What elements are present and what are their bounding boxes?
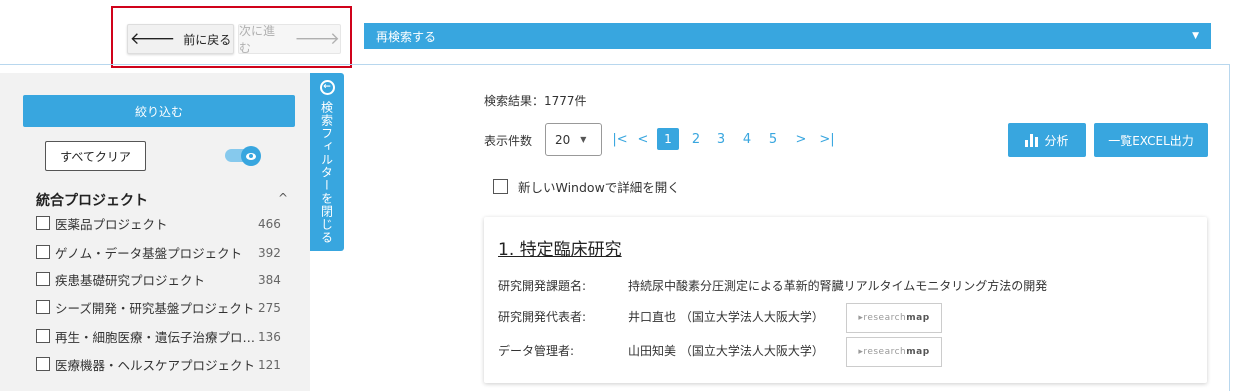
analyze-button[interactable]: 分析 (1008, 123, 1086, 157)
per-page-label: 表示件数 (484, 134, 533, 148)
new-window-label: 新しいWindowで詳細を開く (518, 180, 680, 195)
result-count: 検索結果：1777件 (484, 94, 587, 108)
researchmap-logo-text: ▸research (858, 313, 907, 323)
facet-label: ゲノム・データ基盤プロジェクト (55, 245, 243, 261)
research-label: 再検索する (376, 29, 437, 44)
caret-down-icon: ▼ (580, 135, 587, 144)
facet-item[interactable]: シーズ開発・研究基盤プロジェクト 275 (36, 296, 296, 318)
facet-item[interactable]: 疾患基礎研究プロジェクト 384 (36, 268, 296, 290)
facet-item[interactable]: 再生・細胞医療・遺伝子治療プロジェクト 136 (36, 325, 296, 347)
facet-label: 医薬品プロジェクト (55, 216, 168, 232)
checkbox[interactable] (36, 245, 50, 259)
back-button[interactable]: 🡐 前に戻る (127, 24, 234, 54)
checkbox[interactable] (36, 272, 50, 286)
facet-count: 466 (258, 217, 281, 231)
row-value: 持続尿中酸素分圧測定による革新的腎臓リアルタイムモニタリング方法の開発 (628, 279, 1048, 293)
visibility-toggle[interactable] (225, 146, 261, 166)
clear-all-button[interactable]: すべてクリア (45, 141, 146, 171)
checkbox[interactable] (36, 329, 50, 343)
research-bar[interactable]: 再検索する ▼ (364, 23, 1211, 49)
last-page-icon[interactable]: >| (818, 128, 836, 150)
page-5[interactable]: 5 (766, 128, 780, 150)
researchmap-badge[interactable]: ▸research map (846, 303, 942, 333)
facet-count: 392 (258, 246, 281, 260)
arrow-right-icon: 🡒 (294, 28, 340, 49)
eye-icon (246, 152, 256, 160)
first-page-icon[interactable]: |< (612, 128, 628, 150)
checkbox[interactable] (36, 357, 50, 371)
toggle-knob (241, 146, 261, 166)
per-page-select[interactable]: 20 ▼ (545, 123, 602, 156)
row-value: 山田知美 （国立大学法人大阪大学） (628, 344, 824, 358)
forward-label: 次に進む (239, 24, 276, 55)
facet-count: 121 (258, 358, 281, 372)
row-value: 井口直也 （国立大学法人大阪大学） (628, 310, 824, 324)
facet-label: シーズ開発・研究基盤プロジェクト (55, 300, 255, 316)
researchmap-logo-bold: map (906, 347, 930, 357)
per-page-value: 20 (555, 132, 571, 147)
facet-label: 疾患基礎研究プロジェクト (55, 272, 206, 288)
new-window-option[interactable]: 新しいWindowで詳細を開く (493, 177, 680, 196)
prev-page-icon[interactable]: < (636, 128, 650, 150)
facet-count: 384 (258, 273, 281, 287)
next-page-icon[interactable]: > (794, 128, 808, 150)
excel-export-button[interactable]: 一覧EXCEL出力 (1094, 123, 1208, 157)
page-4[interactable]: 4 (740, 128, 754, 150)
result-card: 1. 特定臨床研究 研究開発課題名: 持続尿中酸素分圧測定による革新的腎臓リアル… (484, 217, 1207, 383)
divider-right (1229, 64, 1230, 391)
row-label: 研究開発代表者: (498, 310, 587, 324)
facet-item[interactable]: ゲノム・データ基盤プロジェクト 392 (36, 241, 296, 263)
page-2[interactable]: 2 (689, 128, 703, 150)
facet-item[interactable]: 医療機器・ヘルスケアプロジェクト 121 (36, 353, 296, 375)
narrow-button[interactable]: 絞り込む (23, 95, 295, 127)
checkbox[interactable] (36, 216, 50, 230)
bar-chart-icon (1025, 133, 1039, 147)
row-label: 研究開発課題名: (498, 279, 587, 293)
filter-tab-label: 検索フィルターを閉じる (319, 101, 334, 244)
arrow-left-circle-icon: ← (319, 80, 335, 95)
facet-label: 医療機器・ヘルスケアプロジェクト (55, 357, 256, 373)
chevron-up-icon[interactable]: ^ (278, 191, 288, 205)
checkbox[interactable] (493, 179, 508, 194)
facet-count: 136 (258, 330, 281, 344)
forward-button[interactable]: 次に進む 🡒 (238, 24, 341, 55)
facet-count: 275 (258, 301, 281, 315)
researchmap-badge[interactable]: ▸research map (846, 337, 942, 367)
arrow-left-icon: 🡐 (129, 28, 176, 49)
divider (0, 64, 1230, 65)
close-filter-tab[interactable]: ← 検索フィルターを閉じる (310, 73, 344, 251)
facet-item[interactable]: 医薬品プロジェクト 466 (36, 212, 296, 234)
back-label: 前に戻る (183, 32, 232, 47)
page-3[interactable]: 3 (714, 128, 728, 150)
project-title: 統合プロジェクト (36, 193, 148, 209)
page-1[interactable]: 1 (657, 128, 679, 150)
facet-label: 再生・細胞医療・遺伝子治療プロジェクト (55, 329, 265, 345)
caret-down-icon: ▼ (1192, 31, 1199, 41)
analyze-label: 分析 (1044, 133, 1069, 148)
result-title-link[interactable]: 1. 特定臨床研究 (498, 235, 622, 260)
researchmap-logo-text: ▸research (858, 347, 907, 357)
row-label: データ管理者: (498, 344, 575, 358)
checkbox[interactable] (36, 300, 50, 314)
researchmap-logo-bold: map (906, 313, 930, 323)
